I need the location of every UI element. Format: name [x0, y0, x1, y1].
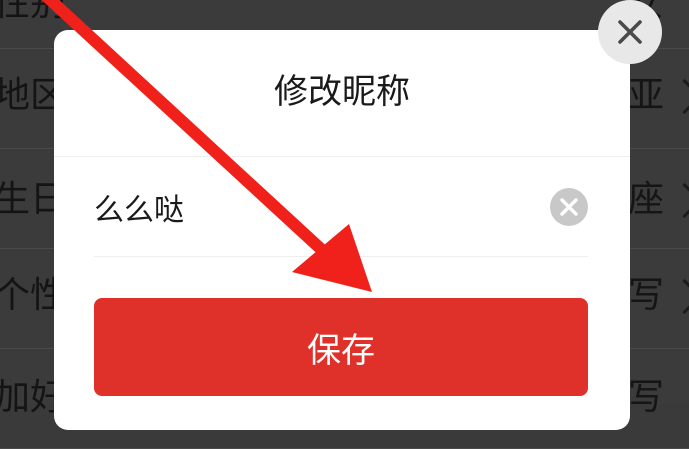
chevron-right-icon: [666, 278, 689, 315]
divider: [54, 156, 630, 157]
clear-icon: [560, 198, 578, 216]
nickname-input[interactable]: [94, 182, 534, 232]
list-item-value: 写: [628, 275, 665, 316]
list-item-value: 亚: [628, 75, 665, 116]
chevron-right-icon: [666, 78, 689, 115]
save-button[interactable]: 保存: [94, 298, 588, 396]
close-icon: [618, 20, 642, 44]
list-item-value: 写: [628, 377, 665, 418]
list-item-label: 性别: [0, 0, 67, 24]
list-item-value: 座: [628, 179, 665, 220]
close-dialog-button[interactable]: [598, 0, 662, 64]
clear-input-button[interactable]: [550, 188, 588, 226]
chevron-right-icon: [666, 182, 689, 219]
dialog-title: 修改昵称: [274, 72, 410, 112]
input-underline: [94, 256, 588, 257]
edit-nickname-dialog: 修改昵称 保存: [54, 30, 630, 430]
